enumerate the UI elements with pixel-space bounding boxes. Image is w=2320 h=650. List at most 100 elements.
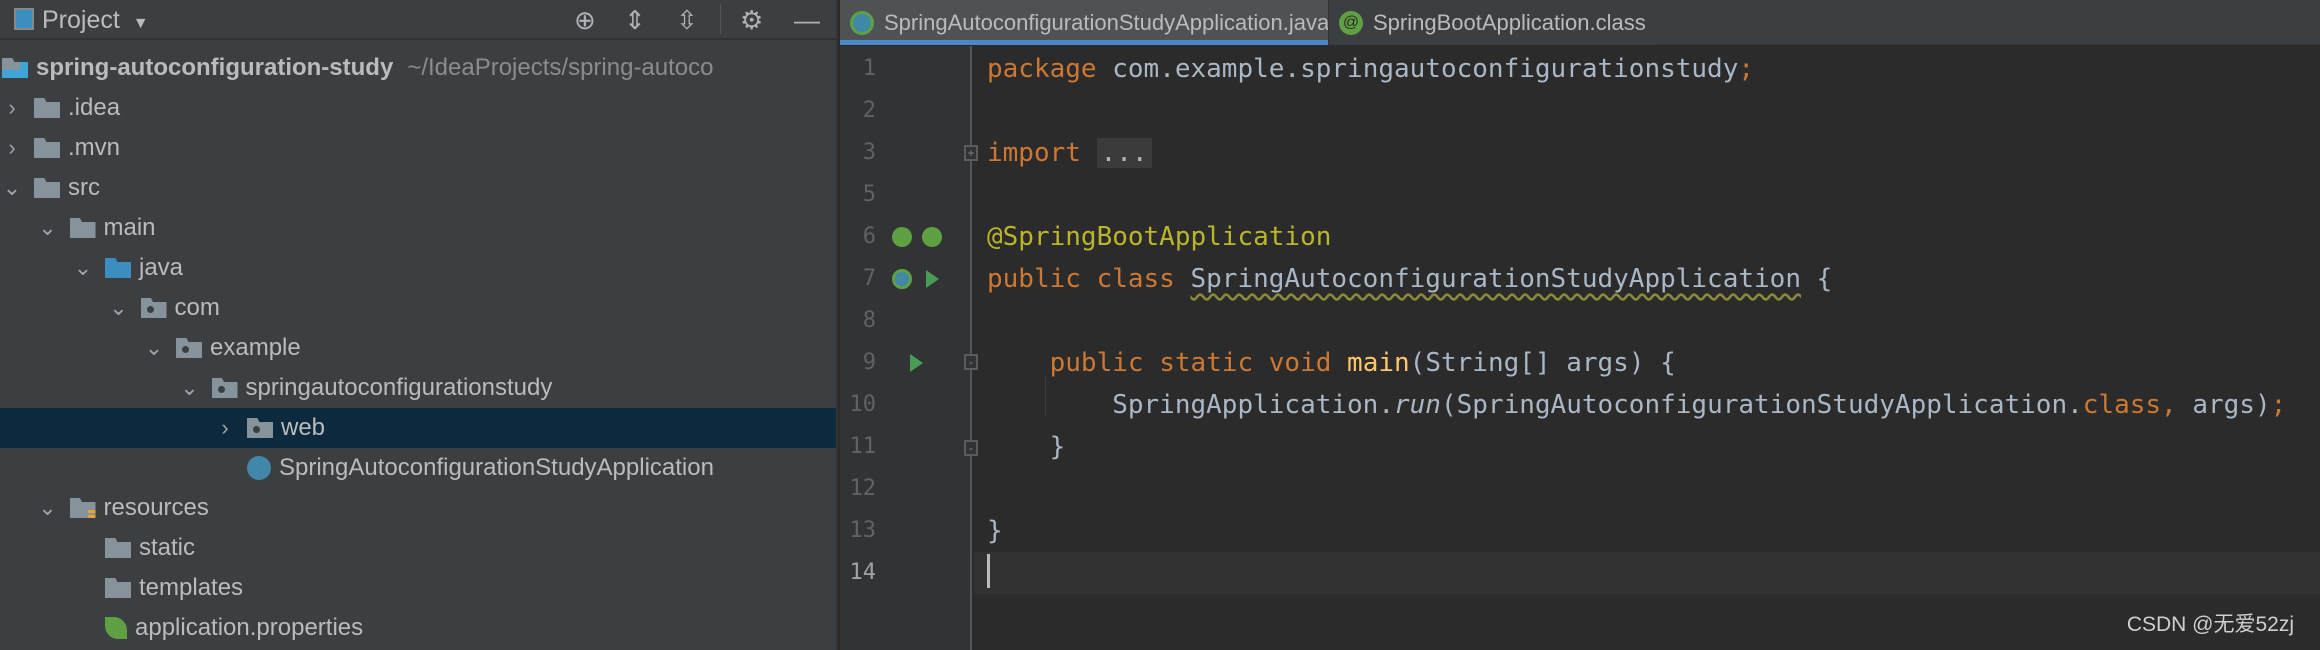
tree-item[interactable]: › web <box>0 408 836 448</box>
spring-bean-search-icon[interactable] <box>892 227 912 247</box>
chevron-down-icon[interactable]: ⌄ <box>38 215 58 241</box>
line-number: 2 <box>862 98 876 123</box>
tree-item[interactable]: ⌄ src <box>0 168 836 208</box>
line-number: 9 <box>862 350 876 375</box>
code-line: @SpringBootApplication <box>974 216 2320 258</box>
code-line: } <box>974 426 2320 468</box>
chevron-down-icon[interactable]: ⌄ <box>144 335 164 361</box>
tree-item[interactable]: ⌄ resources <box>0 488 836 528</box>
project-view-selector[interactable]: Project ▼ <box>42 6 149 35</box>
tab-label: SpringAutoconfigurationStudyApplication.… <box>884 9 1330 35</box>
code-line: SpringApplication.run(SpringAutoconfigur… <box>974 384 2320 426</box>
chevron-right-icon[interactable]: › <box>2 135 22 161</box>
project-panel-header: Project ▼ ⊕ ⇕ ⇳ ⚙ — <box>0 0 836 40</box>
spring-bean-icon[interactable] <box>892 269 912 289</box>
code-token: class, <box>2082 390 2193 420</box>
project-panel: Project ▼ ⊕ ⇕ ⇳ ⚙ — spring-autoconfigura… <box>0 0 838 650</box>
indent-guide <box>1045 376 1046 416</box>
package-icon <box>176 338 202 358</box>
package-icon <box>247 418 273 438</box>
collapse-all-icon[interactable]: ⇳ <box>676 6 698 34</box>
chevron-down-icon[interactable]: ⌄ <box>73 255 93 281</box>
folded-imports[interactable]: ... <box>1096 138 1152 168</box>
code-token: public static void <box>1049 348 1348 378</box>
code-token: public class <box>987 264 1191 294</box>
code-token: (SpringAutoconfigurationStudyApplication… <box>1440 390 2083 420</box>
text-caret <box>987 554 990 588</box>
tab-spring-application-java[interactable]: SpringAutoconfigurationStudyApplication.… <box>840 0 1342 45</box>
tree-item[interactable]: application.properties <box>0 608 836 648</box>
tree-item-label: application.properties <box>135 614 364 641</box>
line-number: 13 <box>849 518 877 543</box>
spring-configuration-icon[interactable] <box>922 227 942 247</box>
line-number: 11 <box>849 434 877 459</box>
tree-item[interactable]: ⌄ springautoconfigurationstudy <box>0 368 836 408</box>
code-line <box>974 552 2320 594</box>
code-token: run <box>1394 390 1441 420</box>
tree-item[interactable]: templates <box>0 568 836 608</box>
project-title: Project <box>42 6 120 34</box>
source-folder-icon <box>105 258 131 278</box>
code-editor[interactable]: package com.example.springautoconfigurat… <box>974 46 2320 650</box>
tree-item-label: com <box>174 294 220 321</box>
chevron-down-icon[interactable]: ⌄ <box>180 375 200 401</box>
code-token: package <box>987 54 1113 84</box>
code-token: } <box>987 516 1003 546</box>
tree-item[interactable]: SpringAutoconfigurationStudyApplication <box>0 448 836 488</box>
tab-label: SpringBootApplication.class <box>1373 9 1646 35</box>
gear-icon[interactable]: ⚙ <box>740 6 763 34</box>
line-number: 7 <box>862 266 876 291</box>
tree-item[interactable]: spring-autoconfiguration-study ~/IdeaProj… <box>0 48 836 88</box>
code-token: @SpringBootApplication <box>987 222 1332 252</box>
chevron-down-icon[interactable]: ⌄ <box>109 295 129 321</box>
code-line: import ... <box>974 132 2320 174</box>
module-icon <box>2 58 28 78</box>
chevron-down-icon: ▼ <box>132 15 149 32</box>
tree-item-label: .idea <box>68 94 121 121</box>
line-number: 1 <box>862 56 876 81</box>
annotation-class-icon: @ <box>1339 10 1363 35</box>
toolbar-divider <box>720 4 721 34</box>
line-number: 14 <box>849 560 877 585</box>
locate-icon[interactable]: ⊕ <box>574 6 596 34</box>
chevron-right-icon[interactable]: › <box>215 415 235 441</box>
code-token: ; <box>2270 390 2287 420</box>
code-line: public class SpringAutoconfigurationStud… <box>974 258 2320 300</box>
tree-item-label: example <box>210 334 301 361</box>
run-icon[interactable] <box>910 354 923 372</box>
code-token: args) <box>2192 390 2271 420</box>
tree-item[interactable]: › .idea <box>0 88 836 128</box>
project-path: ~/IdeaProjects/spring-autoco <box>407 54 714 81</box>
editor-tab-bar: SpringAutoconfigurationStudyApplication.… <box>840 0 2320 45</box>
code-line: public static void main(String[] args) { <box>974 342 2320 384</box>
expand-all-icon[interactable]: ⇕ <box>624 6 646 34</box>
minimize-icon[interactable]: — <box>794 6 820 34</box>
tree-item[interactable]: ⌄ example <box>0 328 836 368</box>
project-view-icon <box>14 8 34 30</box>
line-number: 8 <box>862 308 876 333</box>
tree-item-label: java <box>139 254 184 281</box>
tree-item-label: resources <box>103 494 209 521</box>
package-icon <box>211 378 238 398</box>
run-icon[interactable] <box>926 270 939 288</box>
chevron-down-icon[interactable]: ⌄ <box>38 495 58 521</box>
tree-item[interactable]: ⌄ java <box>0 248 836 288</box>
tree-item[interactable]: ⌄ main <box>0 208 836 248</box>
spring-properties-icon <box>105 617 127 639</box>
code-token: com.example.springautoconfigurationstudy <box>1112 54 1739 84</box>
tree-item[interactable]: › .mvn <box>0 128 836 168</box>
chevron-down-icon[interactable]: ⌄ <box>2 175 22 201</box>
tree-item-label: templates <box>139 574 244 601</box>
tree-item-label: spring-autoconfiguration-study <box>36 54 394 81</box>
tree-item[interactable]: ⌄ com <box>0 288 836 328</box>
tree-item[interactable]: static <box>0 528 836 568</box>
line-number: 10 <box>849 392 877 417</box>
code-token: (String[] args) { <box>1409 348 1676 378</box>
chevron-right-icon[interactable]: › <box>2 95 22 121</box>
tab-spring-boot-application-class[interactable]: @ SpringBootApplication.class <box>1328 0 1656 45</box>
